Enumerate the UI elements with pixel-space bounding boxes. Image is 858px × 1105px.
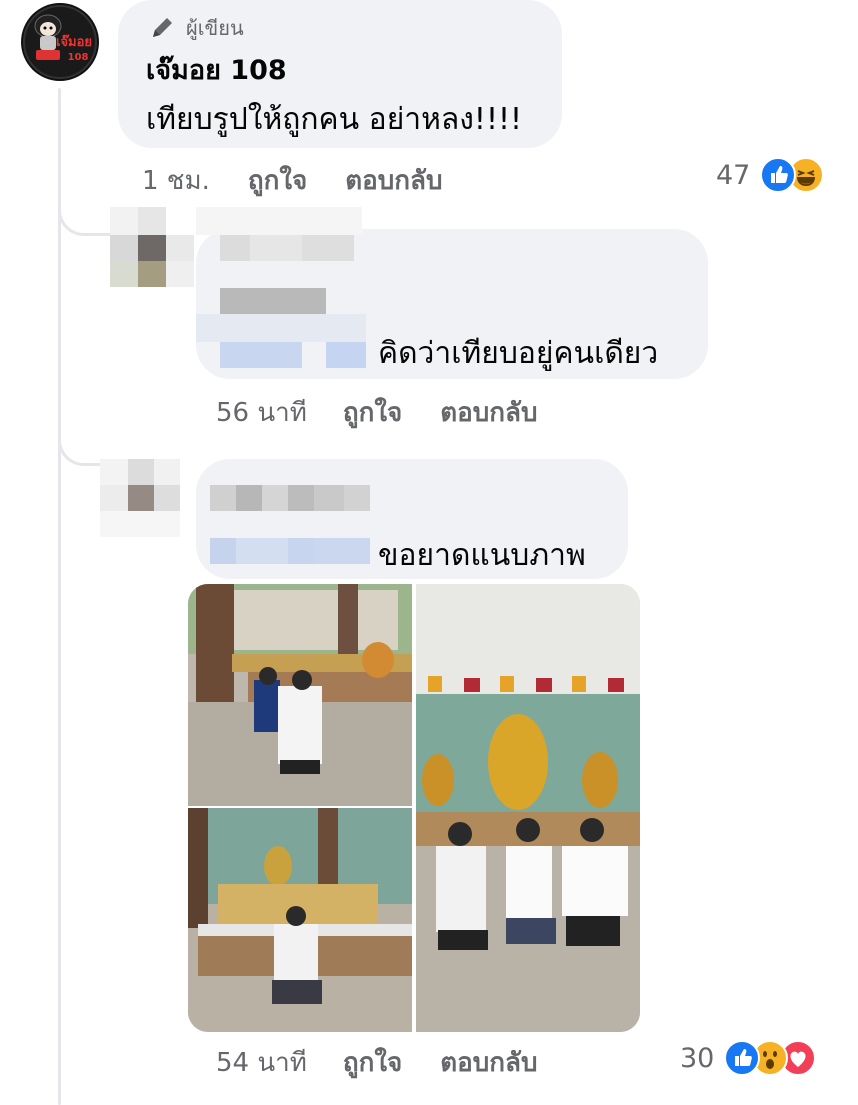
reaction-summary[interactable]: 47 bbox=[716, 157, 825, 193]
like-button[interactable]: ถูกใจ bbox=[343, 1042, 402, 1083]
reply-button[interactable]: ตอบกลับ bbox=[440, 1042, 537, 1083]
like-button[interactable]: ถูกใจ bbox=[248, 160, 307, 201]
attached-photo-collage[interactable] bbox=[188, 584, 640, 1032]
thread-line bbox=[58, 88, 61, 1105]
photo-kneeling-single bbox=[188, 808, 412, 1032]
author-badge: ผู้เขียน bbox=[148, 12, 244, 44]
reaction-count: 47 bbox=[716, 159, 751, 191]
comment-actions: 1 ชม. ถูกใจ ตอบกลับ bbox=[142, 160, 442, 201]
like-icon bbox=[760, 157, 797, 193]
photo-three-people bbox=[416, 584, 640, 1032]
reply-text: ขอยาดแนบภาพ bbox=[378, 538, 586, 573]
reply-time[interactable]: 56 นาที bbox=[216, 392, 307, 433]
reply-time[interactable]: 54 นาที bbox=[216, 1042, 307, 1083]
comment-text: เทียบรูปให้ถูกคน อย่าหลง!!!! bbox=[146, 102, 523, 137]
reaction-count: 30 bbox=[680, 1042, 715, 1074]
reply-actions: 56 นาที ถูกใจ ตอบกลับ bbox=[216, 392, 537, 433]
author-comment-bubble: ผู้เขียน เจ๊มอย 108 เทียบรูปให้ถูกคน อย่… bbox=[118, 0, 562, 148]
reply-button[interactable]: ตอบกลับ bbox=[440, 392, 537, 433]
comment-time[interactable]: 1 ชม. bbox=[142, 160, 210, 201]
reply-text: คิดว่าเทียบอยู่คนเดียว bbox=[378, 336, 659, 371]
author-name[interactable]: เจ๊มอย 108 bbox=[146, 48, 287, 91]
avatar-number: 108 bbox=[68, 52, 89, 63]
reaction-summary[interactable]: 30 bbox=[680, 1040, 817, 1076]
reply-button[interactable]: ตอบกลับ bbox=[345, 160, 442, 201]
thread-connector bbox=[58, 200, 116, 236]
avatar-text: เจ๊มอย bbox=[56, 35, 92, 50]
pen-icon bbox=[153, 18, 172, 37]
reply-actions: 54 นาที ถูกใจ ตอบกลับ bbox=[216, 1042, 537, 1083]
author-badge-label: ผู้เขียน bbox=[186, 16, 244, 40]
like-button[interactable]: ถูกใจ bbox=[343, 392, 402, 433]
author-avatar[interactable]: เจ๊มอย 108 bbox=[14, 2, 104, 82]
photo-kneeling-pair bbox=[188, 584, 412, 806]
like-icon bbox=[724, 1040, 761, 1076]
